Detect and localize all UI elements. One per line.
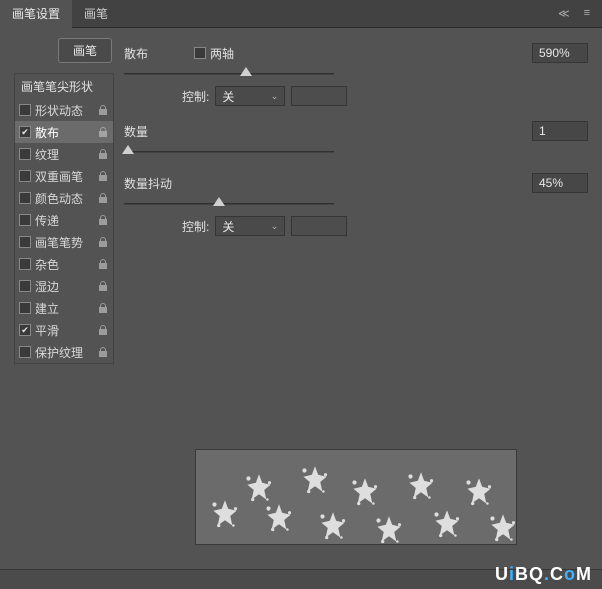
scatter-slider[interactable] — [124, 66, 334, 82]
count-jitter-value[interactable]: 45% — [532, 173, 588, 193]
lock-icon[interactable] — [97, 148, 109, 160]
brush-splat — [294, 460, 336, 502]
option-label: 散布 — [35, 124, 93, 141]
menu-icon[interactable]: ≡ — [578, 3, 596, 24]
jitter-control-label: 控制: — [182, 218, 209, 235]
option-label: 形状动态 — [35, 102, 93, 119]
lock-icon[interactable] — [97, 236, 109, 248]
list-item[interactable]: 颜色动态 — [15, 187, 113, 209]
option-checkbox[interactable] — [19, 346, 31, 358]
option-checkbox[interactable] — [19, 104, 31, 116]
option-checkbox[interactable] — [19, 280, 31, 292]
both-axes-label: 两轴 — [210, 45, 234, 62]
jitter-control-value — [291, 216, 347, 236]
list-item[interactable]: 建立 — [15, 297, 113, 319]
brush-presets-button[interactable]: 画笔 — [58, 38, 112, 63]
both-axes-checkbox[interactable] — [194, 47, 206, 59]
jitter-control-select[interactable]: 关⌄ — [215, 216, 285, 236]
tab-bar: 画笔设置 画笔 ≪ ≡ — [0, 0, 602, 28]
option-label: 双重画笔 — [35, 168, 93, 185]
list-item[interactable]: 双重画笔 — [15, 165, 113, 187]
lock-icon[interactable] — [97, 258, 109, 270]
brush-tip-shape[interactable]: 画笔笔尖形状 — [15, 74, 113, 99]
lock-icon[interactable] — [97, 170, 109, 182]
count-value[interactable]: 1 — [532, 121, 588, 141]
option-label: 建立 — [35, 300, 93, 317]
brush-options-list: 画笔笔尖形状 形状动态散布纹理双重画笔颜色动态传递画笔笔势杂色湿边建立平滑保护纹… — [14, 73, 114, 364]
option-label: 湿边 — [35, 278, 93, 295]
lock-icon[interactable] — [97, 192, 109, 204]
option-checkbox[interactable] — [19, 236, 31, 248]
option-checkbox[interactable] — [19, 324, 31, 336]
brush-splat — [368, 510, 410, 545]
option-checkbox[interactable] — [19, 258, 31, 270]
brush-splat — [400, 466, 442, 508]
lock-icon[interactable] — [97, 302, 109, 314]
option-label: 保护纹理 — [35, 344, 93, 361]
lock-icon[interactable] — [97, 346, 109, 358]
option-label: 颜色动态 — [35, 190, 93, 207]
list-item[interactable]: 传递 — [15, 209, 113, 231]
list-item[interactable]: 形状动态 — [15, 99, 113, 121]
option-checkbox[interactable] — [19, 214, 31, 226]
list-item[interactable]: 湿边 — [15, 275, 113, 297]
count-slider[interactable] — [124, 144, 334, 160]
scatter-value[interactable]: 590% — [532, 43, 588, 63]
tab-brush-settings[interactable]: 画笔设置 — [0, 0, 72, 28]
scatter-control-label: 控制: — [182, 88, 209, 105]
option-checkbox[interactable] — [19, 148, 31, 160]
brush-splat — [344, 472, 386, 514]
scatter-label: 散布 — [124, 45, 184, 62]
option-checkbox[interactable] — [19, 192, 31, 204]
lock-icon[interactable] — [97, 280, 109, 292]
count-jitter-slider[interactable] — [124, 196, 334, 212]
brush-splat — [258, 498, 300, 540]
option-label: 杂色 — [35, 256, 93, 273]
option-label: 平滑 — [35, 322, 93, 339]
option-label: 纹理 — [35, 146, 93, 163]
list-item[interactable]: 散布 — [15, 121, 113, 143]
list-item[interactable]: 杂色 — [15, 253, 113, 275]
scatter-control-select[interactable]: 关⌄ — [215, 86, 285, 106]
option-label: 画笔笔势 — [35, 234, 93, 251]
list-item[interactable]: 纹理 — [15, 143, 113, 165]
option-label: 传递 — [35, 212, 93, 229]
lock-icon[interactable] — [97, 214, 109, 226]
lock-icon[interactable] — [97, 126, 109, 138]
list-item[interactable]: 保护纹理 — [15, 341, 113, 363]
collapse-icon[interactable]: ≪ — [552, 3, 576, 24]
count-jitter-label: 数量抖动 — [124, 175, 184, 192]
count-label: 数量 — [124, 123, 184, 140]
lock-icon[interactable] — [97, 324, 109, 336]
option-checkbox[interactable] — [19, 170, 31, 182]
option-checkbox[interactable] — [19, 126, 31, 138]
brush-splat — [482, 508, 517, 545]
watermark: UiBQ.CoM — [495, 564, 592, 585]
lock-icon[interactable] — [97, 104, 109, 116]
option-checkbox[interactable] — [19, 302, 31, 314]
list-item[interactable]: 平滑 — [15, 319, 113, 341]
list-item[interactable]: 画笔笔势 — [15, 231, 113, 253]
tab-brushes[interactable]: 画笔 — [72, 0, 120, 28]
brush-preview — [195, 449, 517, 545]
scatter-control-value — [291, 86, 347, 106]
